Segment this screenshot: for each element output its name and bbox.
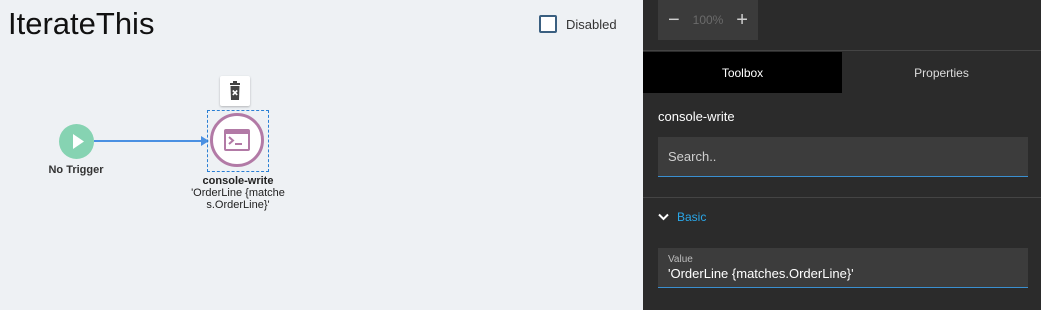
- value-field-label: Value: [668, 254, 693, 265]
- properties-panel: − 100% + Toolbox Properties console-writ…: [643, 0, 1041, 310]
- value-field-input[interactable]: 'OrderLine {matches.OrderLine}': [668, 266, 1018, 281]
- zoom-in-button[interactable]: +: [736, 10, 748, 30]
- trash-icon: [230, 81, 240, 100]
- tab-toolbox[interactable]: Toolbox: [643, 52, 842, 93]
- selected-node-name: console-write: [658, 109, 735, 124]
- search-input[interactable]: Search..: [658, 137, 1028, 177]
- trigger-node[interactable]: [59, 124, 94, 159]
- value-field[interactable]: Value 'OrderLine {matches.OrderLine}': [658, 248, 1028, 288]
- node-label-subtitle: 'OrderLine {matches.OrderLine}': [191, 187, 285, 211]
- workflow-canvas[interactable]: IterateThis Disabled No Trigger console-…: [0, 0, 643, 310]
- play-icon: [73, 134, 84, 149]
- delete-node-button[interactable]: [220, 76, 250, 106]
- zoom-level: 100%: [692, 13, 724, 27]
- trigger-label: No Trigger: [48, 164, 104, 176]
- search-placeholder: Search..: [668, 149, 717, 164]
- chevron-down-icon: [658, 213, 669, 221]
- console-write-node[interactable]: [210, 113, 264, 167]
- panel-tabs: Toolbox Properties: [643, 52, 1041, 93]
- section-basic-header[interactable]: Basic: [658, 210, 706, 224]
- connector-arrow: [94, 136, 209, 146]
- node-label: console-write 'OrderLine {matches.OrderL…: [188, 175, 288, 211]
- terminal-icon: [224, 129, 250, 151]
- section-basic-label: Basic: [677, 210, 707, 224]
- node-label-name: console-write: [202, 175, 274, 187]
- zoom-out-button[interactable]: −: [668, 10, 680, 30]
- tab-properties[interactable]: Properties: [842, 52, 1041, 93]
- divider: [643, 50, 1041, 51]
- divider: [643, 197, 1041, 198]
- zoom-control: − 100% +: [658, 0, 758, 40]
